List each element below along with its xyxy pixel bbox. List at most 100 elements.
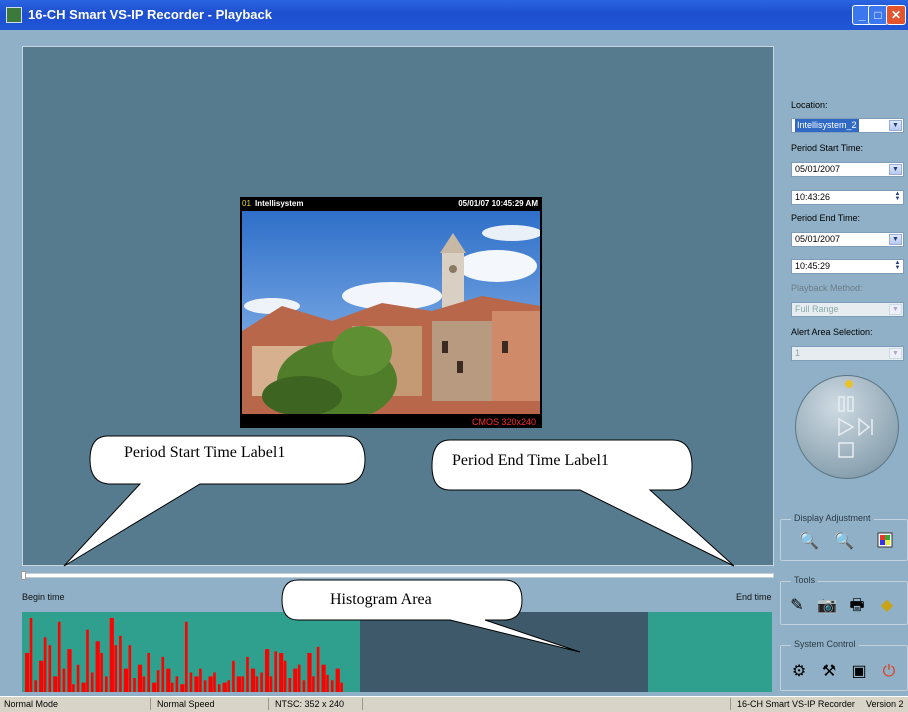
histogram-bar	[293, 668, 298, 692]
zoom-out-icon[interactable]: 🔍	[834, 532, 854, 552]
tools-group: Tools ✎ 📷 🖶 ◆	[780, 575, 908, 625]
histogram-bar	[175, 676, 179, 692]
start-time-stepper[interactable]: 10:43:26 ▲ ▼	[791, 190, 904, 205]
status-product: 16-CH Smart VS-IP Recorder	[737, 699, 855, 709]
histogram-bar	[57, 621, 61, 692]
playback-method-label: Playback Method:	[791, 283, 863, 293]
histogram-bar	[269, 676, 273, 692]
histogram-bar	[53, 676, 58, 692]
pause-icon[interactable]	[838, 396, 854, 412]
monitor-icon[interactable]: ▣	[849, 662, 869, 682]
playback-buttons	[838, 396, 873, 458]
histogram-bar	[67, 649, 72, 692]
histogram-bar	[62, 668, 66, 692]
histogram-bar	[321, 664, 326, 692]
histogram-bar	[185, 621, 188, 692]
histogram-bar	[246, 656, 249, 692]
title-bar: 16-CH Smart VS-IP Recorder - Playback _ …	[0, 0, 908, 30]
close-icon[interactable]: ✕	[886, 5, 906, 25]
location-value: Intellisystem_2	[795, 119, 859, 132]
app-icon	[6, 7, 22, 23]
status-version: Version 2	[866, 699, 904, 709]
histogram-bar	[76, 664, 80, 692]
histogram-bar	[128, 645, 132, 692]
histogram-bar	[90, 672, 94, 692]
display-adjustment-group: Display Adjustment 🔍 🔍	[780, 513, 908, 561]
location-select[interactable]: Intellisystem_2 ▼	[791, 118, 904, 133]
step-forward-icon[interactable]	[858, 417, 873, 437]
spinner-icon[interactable]: ▲ ▼	[893, 191, 902, 203]
video-frame[interactable]: 01 Intellisystem 05/01/07 10:45:29 AM CM…	[240, 197, 542, 428]
lock-icon[interactable]: ⚙	[789, 662, 809, 682]
alert-area-select[interactable]: 1 ▼	[791, 346, 904, 361]
chevron-down-icon[interactable]: ▼	[889, 164, 902, 175]
color-adjust-icon[interactable]	[875, 532, 895, 552]
start-date-picker[interactable]: 05/01/2007 ▼	[791, 162, 904, 177]
zoom-in-icon[interactable]: 🔍	[799, 532, 819, 552]
maximize-icon[interactable]: □	[868, 5, 888, 25]
histogram-bar	[95, 641, 100, 692]
histogram-bar	[105, 676, 108, 692]
period-end-label: Period End Time:	[791, 213, 861, 223]
histogram-bar	[335, 668, 340, 692]
histogram-bar	[326, 674, 329, 692]
chevron-down-icon[interactable]: ▼	[889, 234, 902, 245]
histogram-bar	[297, 664, 301, 692]
end-time-value: 10:45:29	[795, 261, 831, 271]
histogram-bar	[241, 676, 245, 692]
histogram-bar	[86, 629, 89, 692]
chevron-down-icon[interactable]: ▼	[889, 120, 902, 131]
histogram-bar	[213, 672, 216, 692]
print-icon[interactable]: 🖶	[847, 596, 867, 616]
video-resolution: CMOS 320x240	[471, 417, 536, 427]
stop-icon[interactable]	[838, 442, 854, 458]
system-control-title: System Control	[791, 639, 859, 649]
histogram-bar	[199, 668, 202, 692]
chevron-down-icon[interactable]: ▼	[889, 348, 902, 359]
histogram-bar	[133, 678, 136, 692]
histogram-bar	[274, 651, 277, 692]
callout-start-time-text: Period Start Time Label1	[124, 444, 286, 461]
play-icon[interactable]	[838, 417, 855, 437]
channel-number: 01	[242, 199, 251, 208]
settings-icon[interactable]: ⚒	[819, 662, 839, 682]
histogram-bar	[189, 672, 193, 692]
histogram-bar	[156, 670, 160, 692]
histogram-bar	[48, 645, 52, 692]
callout-end-time-text: Period End Time Label1	[452, 452, 609, 469]
spinner-icon[interactable]: ▲ ▼	[893, 260, 902, 272]
callout-histogram-text: Histogram Area	[330, 591, 432, 608]
window-title: 16-CH Smart VS-IP Recorder - Playback	[28, 7, 272, 22]
export-icon[interactable]: ◆	[877, 596, 897, 616]
location-label: Location:	[791, 100, 828, 110]
histogram-bar	[43, 637, 47, 692]
histogram-bar	[29, 617, 33, 692]
playback-method-select[interactable]: Full Range ▼	[791, 302, 904, 317]
histogram-bar	[265, 649, 270, 692]
histogram-bar	[34, 680, 37, 692]
camera-snapshot-icon[interactable]: 📷	[817, 596, 837, 616]
histogram-bar	[255, 676, 259, 692]
histogram-bar	[307, 653, 312, 692]
end-time-stepper[interactable]: 10:45:29 ▲ ▼	[791, 259, 904, 274]
edit-icon[interactable]: ✎	[787, 596, 807, 616]
playback-control-dial[interactable]	[795, 375, 899, 479]
histogram-bar	[114, 645, 117, 692]
chevron-down-icon[interactable]: ▼	[889, 304, 902, 315]
power-icon[interactable]: ⏻	[879, 662, 899, 682]
histogram-bar	[109, 617, 114, 692]
end-date-picker[interactable]: 05/01/2007 ▼	[791, 232, 904, 247]
histogram-bar	[123, 668, 128, 692]
video-timestamp: 05/01/07 10:45:29 AM	[458, 199, 538, 208]
histogram-bar	[232, 660, 235, 692]
histogram-bar	[222, 682, 227, 692]
tools-title: Tools	[791, 575, 819, 585]
histogram-bar	[180, 684, 185, 692]
status-separator	[150, 698, 151, 710]
begin-time-label: Begin time	[22, 592, 65, 602]
timeline-thumb[interactable]	[21, 571, 26, 580]
callout-histogram	[281, 579, 581, 653]
status-speed: Normal Speed	[157, 699, 215, 709]
histogram-bar	[236, 676, 241, 692]
status-separator	[268, 698, 269, 710]
